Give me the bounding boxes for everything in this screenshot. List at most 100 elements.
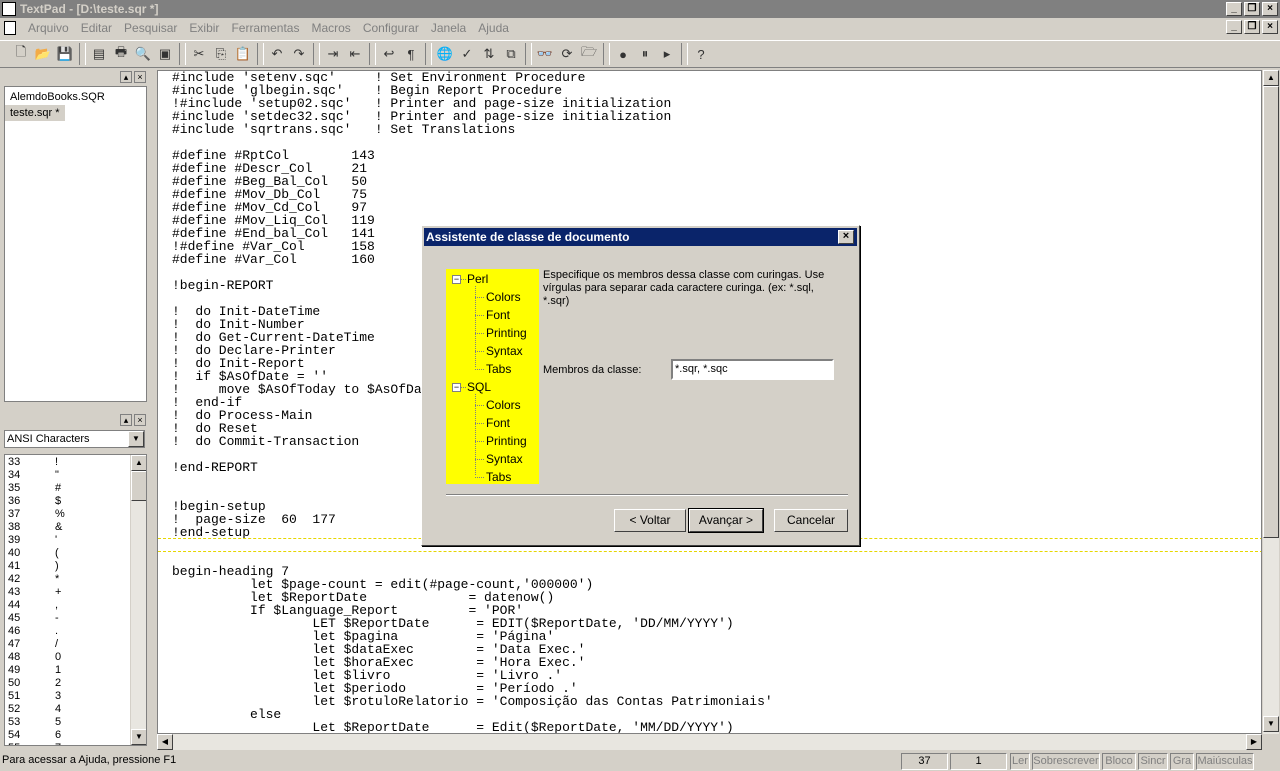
scroll-thumb[interactable] — [131, 471, 146, 501]
tree-collapse-icon[interactable]: − — [452, 383, 461, 392]
code-line[interactable]: Let $ReportDate = Edit($ReportDate, 'MM/… — [172, 721, 773, 733]
play-macro-icon[interactable]: ⏸ — [634, 43, 656, 65]
document-item-selected[interactable]: teste.sqr * — [5, 105, 65, 121]
char-row[interactable]: 40 ( — [5, 547, 146, 560]
dialog-close-button[interactable]: × — [838, 230, 854, 244]
tree-node-sql[interactable]: SQL — [467, 380, 491, 394]
menu-macros[interactable]: Macros — [305, 21, 356, 35]
char-row[interactable]: 38 & — [5, 521, 146, 534]
scroll-up-button[interactable]: ▲ — [131, 455, 146, 471]
pilcrow-icon[interactable]: ¶ — [400, 43, 422, 65]
save-icon[interactable]: 💾 — [54, 43, 76, 65]
char-row[interactable]: 41) — [5, 560, 146, 573]
print-preview-icon[interactable]: ▤ — [88, 43, 110, 65]
context-help-icon[interactable]: ? — [690, 43, 712, 65]
editor-vertical-scrollbar[interactable]: ▲ ▼ — [1262, 70, 1279, 734]
next-button[interactable]: Avançar > — [688, 508, 764, 533]
undo-icon[interactable]: ↶ — [266, 43, 288, 65]
char-row[interactable]: 34 " — [5, 469, 146, 482]
char-row[interactable]: 51 3 — [5, 690, 146, 703]
tree-item-tabs[interactable]: Tabs — [486, 470, 511, 484]
doc-minimize-button[interactable]: _ — [1226, 20, 1242, 34]
char-row[interactable]: 42 * — [5, 573, 146, 586]
char-row[interactable]: 49 1 — [5, 664, 146, 677]
menu-ajuda[interactable]: Ajuda — [472, 21, 515, 35]
char-row[interactable]: 46. — [5, 625, 146, 638]
char-row[interactable]: 44, — [5, 599, 146, 612]
scroll-down-button[interactable]: ▼ — [131, 729, 146, 745]
restore-button[interactable]: ❐ — [1244, 2, 1260, 16]
char-row[interactable]: 36 $ — [5, 495, 146, 508]
panel-close-button[interactable]: × — [134, 414, 146, 426]
document-icon[interactable] — [4, 21, 16, 35]
editor-horizontal-scrollbar[interactable]: ◀ ▶ — [157, 734, 1262, 750]
redo-icon[interactable]: ↷ — [288, 43, 310, 65]
web-icon[interactable]: 🌐 — [434, 43, 456, 65]
menu-editar[interactable]: Editar — [75, 21, 118, 35]
new-file-icon[interactable]: 🗋 — [10, 43, 32, 65]
menu-arquivo[interactable]: Arquivo — [22, 21, 75, 35]
open-folder-icon[interactable]: 📂 — [32, 43, 54, 65]
preview-icon[interactable]: 🔍 — [132, 43, 154, 65]
scroll-left-button[interactable]: ◀ — [157, 734, 173, 750]
panel-float-button[interactable]: ▴ — [120, 414, 132, 426]
record-macro-icon[interactable]: ● — [612, 43, 634, 65]
tree-node-perl[interactable]: Perl — [467, 272, 488, 286]
document-item[interactable]: AlemdoBooks.SQR — [5, 89, 146, 105]
panel-close-button[interactable]: × — [134, 71, 146, 83]
scroll-up-button[interactable]: ▲ — [1263, 70, 1279, 86]
members-input[interactable]: *.sqr, *.sqc — [671, 359, 834, 380]
tree-item-syntax[interactable]: Syntax — [486, 344, 523, 358]
menu-exibir[interactable]: Exibir — [183, 21, 225, 35]
char-row[interactable]: 33! — [5, 456, 146, 469]
char-row[interactable]: 55 7 — [5, 742, 146, 745]
scroll-thumb[interactable] — [1263, 86, 1279, 538]
back-button[interactable]: < Voltar — [614, 509, 686, 532]
char-row[interactable]: 37% — [5, 508, 146, 521]
cut-icon[interactable]: ✂ — [188, 43, 210, 65]
char-row[interactable]: 52 4 — [5, 703, 146, 716]
doc-close-button[interactable]: × — [1262, 20, 1278, 34]
paste-icon[interactable]: 📋 — [232, 43, 254, 65]
charset-select[interactable]: ANSI Characters ▼ — [4, 430, 145, 448]
charlist-scrollbar[interactable]: ▲ ▼ — [130, 455, 146, 745]
char-row[interactable]: 50 2 — [5, 677, 146, 690]
char-row[interactable]: 47 / — [5, 638, 146, 651]
tree-item-font[interactable]: Font — [486, 308, 510, 322]
tree-item-colors[interactable]: Colors — [486, 398, 521, 412]
find-icon[interactable]: 👓 — [534, 43, 556, 65]
close-button[interactable]: × — [1262, 2, 1278, 16]
chevron-down-icon[interactable]: ▼ — [128, 431, 144, 447]
tree-item-syntax[interactable]: Syntax — [486, 452, 523, 466]
spell-check-icon[interactable]: ✓ — [456, 43, 478, 65]
page-setup-icon[interactable]: ▣ — [154, 43, 176, 65]
sort-icon[interactable]: ⇅ — [478, 43, 500, 65]
step-icon[interactable]: ▸ — [656, 43, 678, 65]
menu-pesquisar[interactable]: Pesquisar — [118, 21, 183, 35]
minimize-button[interactable]: _ — [1226, 2, 1242, 16]
replace-icon[interactable]: ⟳ — [556, 43, 578, 65]
indent-icon[interactable]: ⇥ — [322, 43, 344, 65]
scroll-down-button[interactable]: ▼ — [1263, 716, 1279, 732]
char-row[interactable]: 43 + — [5, 586, 146, 599]
scroll-right-button[interactable]: ▶ — [1246, 734, 1262, 750]
menu-configurar[interactable]: Configurar — [357, 21, 425, 35]
char-row[interactable]: 54 6 — [5, 729, 146, 742]
char-row[interactable]: 35 # — [5, 482, 146, 495]
tree-item-font[interactable]: Font — [486, 416, 510, 430]
compare-icon[interactable]: ⧉ — [500, 43, 522, 65]
tree-item-printing[interactable]: Printing — [486, 326, 527, 340]
char-row[interactable]: 45 - — [5, 612, 146, 625]
tree-item-tabs[interactable]: Tabs — [486, 362, 511, 376]
doc-restore-button[interactable]: ❐ — [1244, 20, 1260, 34]
menu-janela[interactable]: Janela — [425, 21, 472, 35]
tree-item-colors[interactable]: Colors — [486, 290, 521, 304]
menu-ferramentas[interactable]: Ferramentas — [225, 21, 305, 35]
word-wrap-icon[interactable]: ↩ — [378, 43, 400, 65]
app-icon[interactable] — [2, 2, 16, 16]
code-line[interactable]: #include 'sqrtrans.sqc' ! Set Translatio… — [172, 123, 773, 136]
cancel-button[interactable]: Cancelar — [774, 509, 848, 532]
tree-item-printing[interactable]: Printing — [486, 434, 527, 448]
char-row[interactable]: 48 0 — [5, 651, 146, 664]
print-icon[interactable]: 🖶 — [110, 43, 132, 65]
